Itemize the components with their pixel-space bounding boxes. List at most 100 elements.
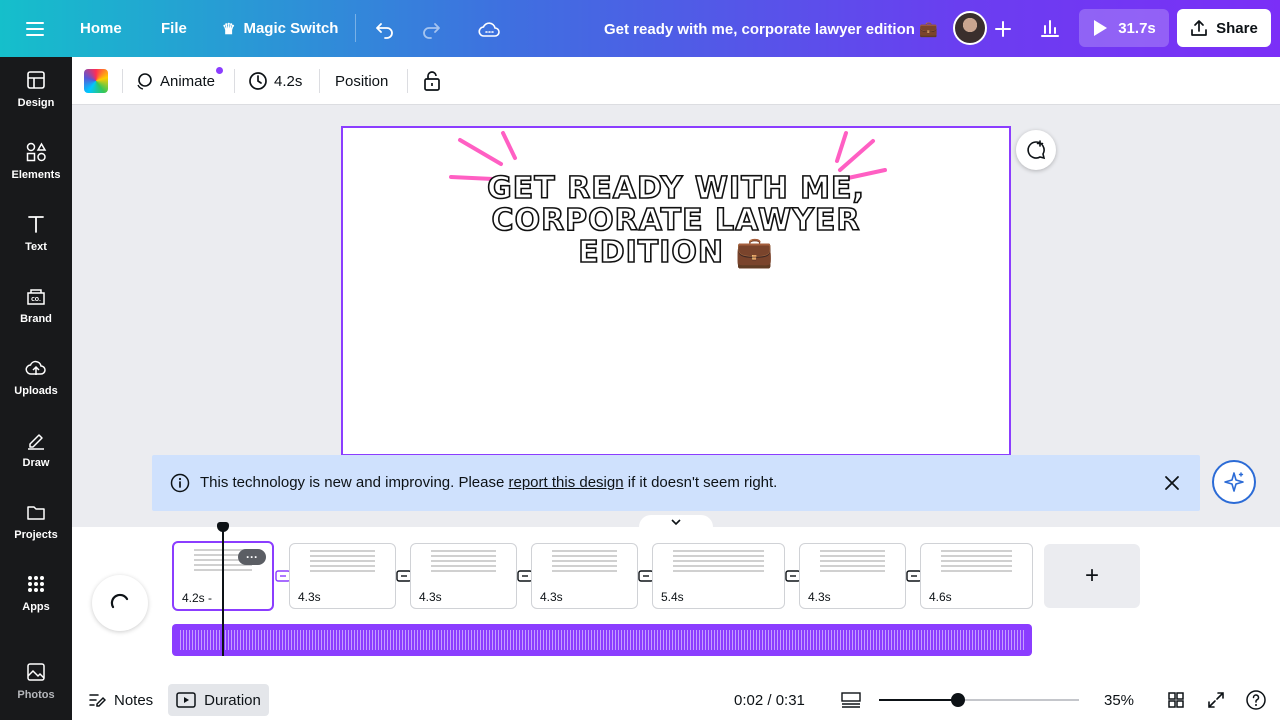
play-icon <box>1094 20 1108 36</box>
collapse-timeline-button[interactable] <box>639 515 713 529</box>
cloud-save-icon[interactable] <box>477 0 501 57</box>
sidebar-item-draw[interactable]: Draw <box>0 417 72 481</box>
notes-button[interactable]: Notes <box>88 680 153 720</box>
sidebar-item-label: Design <box>17 97 55 109</box>
zoom-slider-fill <box>879 699 958 701</box>
page-grid-icon[interactable] <box>1166 680 1186 720</box>
play-button[interactable]: 31.7s <box>1079 9 1169 47</box>
elements-icon <box>26 142 47 162</box>
grid-view-toggle-icon[interactable] <box>840 680 862 720</box>
new-badge-dot <box>216 67 223 74</box>
crown-icon: ♛ <box>222 20 236 38</box>
headline-line: EDITION 💼 <box>577 235 774 270</box>
fullscreen-icon[interactable] <box>1206 680 1226 720</box>
report-design-link[interactable]: report this design <box>509 474 624 491</box>
menu-icon[interactable] <box>24 0 46 57</box>
redo-icon[interactable] <box>420 0 442 57</box>
design-headline[interactable]: GET READY WITH ME, CORPORATE LAWYER EDIT… <box>343 171 1009 270</box>
animate-button[interactable]: Animate <box>134 57 223 105</box>
clip-duration: 4.3s <box>540 590 563 604</box>
close-icon[interactable] <box>1163 474 1181 492</box>
headline-line: GET READY WITH ME, <box>486 171 865 206</box>
clip-thumbnail <box>673 550 764 572</box>
divider <box>407 69 408 93</box>
divider <box>319 69 320 93</box>
playhead[interactable] <box>222 526 224 656</box>
chevron-down-icon <box>671 518 681 525</box>
sidebar-item-elements[interactable]: Elements <box>0 129 72 193</box>
add-page-button[interactable]: + <box>1044 544 1140 608</box>
add-collaborator-icon[interactable] <box>992 0 1014 57</box>
clip-duration: 5.4s <box>661 590 684 604</box>
photos-icon <box>27 663 45 681</box>
animate-icon <box>137 73 152 90</box>
color-picker-button[interactable] <box>84 69 108 93</box>
sidebar-item-uploads[interactable]: Uploads <box>0 345 72 409</box>
zoom-slider[interactable] <box>879 699 1079 701</box>
share-button[interactable]: Share <box>1177 9 1271 47</box>
help-icon[interactable] <box>1245 680 1267 720</box>
sidebar-item-brand[interactable]: CO. Brand <box>0 273 72 337</box>
timing-button[interactable]: 4.2s <box>248 57 302 105</box>
design-title[interactable]: Get ready with me, corporate lawyer edit… <box>604 0 938 57</box>
clip-thumbnail <box>941 550 1012 572</box>
loading-spinner-icon <box>110 593 129 609</box>
divider <box>234 69 235 93</box>
magic-switch-button[interactable]: ♛ Magic Switch <box>222 0 338 57</box>
play-duration: 31.7s <box>1118 19 1156 37</box>
design-canvas[interactable]: GET READY WITH ME, CORPORATE LAWYER EDIT… <box>341 126 1011 456</box>
sidebar-item-label: Apps <box>22 601 50 613</box>
clip-thumbnail <box>820 550 885 572</box>
sidebar-item-label: Projects <box>14 529 58 541</box>
undo-icon[interactable] <box>374 0 396 57</box>
apps-icon <box>28 576 44 592</box>
magic-assistant-button[interactable] <box>1212 460 1256 504</box>
timeline-clip[interactable]: 4.6s <box>920 543 1033 609</box>
timeline-clip[interactable]: 5.4s <box>652 543 785 609</box>
position-button[interactable]: Position <box>335 57 388 105</box>
upload-icon <box>1191 20 1207 36</box>
sidebar-item-label: Uploads <box>14 385 58 397</box>
sidebar-item-label: Brand <box>20 313 52 325</box>
timeline-clip[interactable]: 4.3s <box>289 543 396 609</box>
avatar[interactable] <box>953 11 987 45</box>
projects-icon <box>27 506 45 520</box>
notice-text-before: This technology is new and improving. Pl… <box>200 474 509 491</box>
divider <box>122 69 123 93</box>
clip-more-options-button[interactable]: ··· <box>238 549 266 565</box>
sidebar-item-photos[interactable]: Photos <box>0 649 72 713</box>
sidebar-item-design[interactable]: Design <box>0 57 72 121</box>
sidebar-item-apps[interactable]: Apps <box>0 561 72 625</box>
zoom-level[interactable]: 35% <box>1104 680 1134 720</box>
timeline-play-button[interactable] <box>92 575 148 631</box>
design-icon <box>27 71 45 89</box>
clip-duration: 4.3s <box>808 590 831 604</box>
file-menu-button[interactable]: File <box>161 0 187 57</box>
sidebar-item-projects[interactable]: Projects <box>0 489 72 553</box>
audio-track[interactable] <box>172 624 1032 656</box>
insights-icon[interactable] <box>1030 9 1070 47</box>
sidebar-item-label: Text <box>25 241 47 253</box>
magic-switch-label: Magic Switch <box>243 20 339 37</box>
svg-text:CO.: CO. <box>31 297 41 303</box>
home-button[interactable]: Home <box>80 0 122 57</box>
sidebar-item-text[interactable]: Text <box>0 201 72 265</box>
timeline-clip[interactable]: 4.3s <box>410 543 517 609</box>
duration-button[interactable]: Duration <box>168 684 269 716</box>
clip-thumbnail <box>552 550 617 572</box>
sparkle-icon <box>1224 472 1244 492</box>
brand-icon: CO. <box>27 289 45 305</box>
notes-icon <box>89 694 106 707</box>
duration-label: Duration <box>204 691 261 709</box>
add-comment-button[interactable] <box>1016 130 1056 170</box>
lock-icon[interactable] <box>422 57 442 105</box>
divider <box>355 14 356 42</box>
timing-label: 4.2s <box>274 72 303 90</box>
sidebar-item-label: Elements <box>11 169 61 181</box>
editor-toolbar: Animate 4.2s Position <box>72 57 1280 105</box>
draw-icon <box>28 434 44 450</box>
timeline-clip[interactable]: 4.3s <box>531 543 638 609</box>
timeline-clip[interactable]: 4.3s <box>799 543 906 609</box>
clip-duration: 4.3s <box>298 590 321 604</box>
zoom-slider-handle[interactable] <box>951 693 965 707</box>
